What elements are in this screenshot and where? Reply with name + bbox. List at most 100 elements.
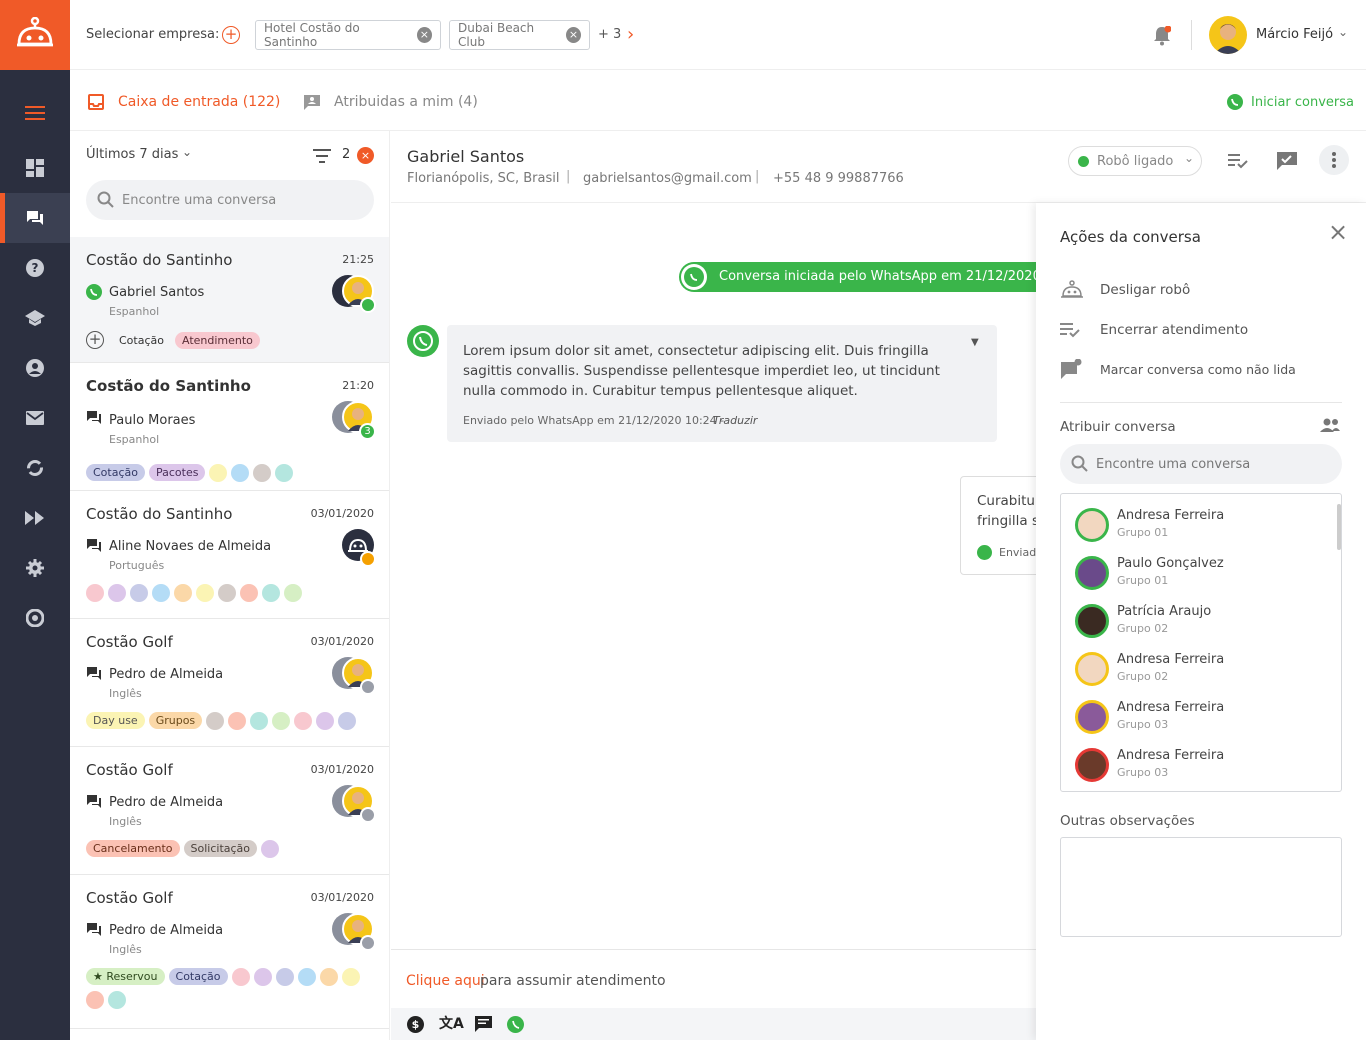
agent-item[interactable]: Andresa Ferreira Grupo 01 [1075,508,1335,556]
tag[interactable]: Cancelamento [86,840,180,857]
robot-logo-icon[interactable] [0,0,70,70]
tag-dot[interactable] [250,711,269,730]
tag[interactable]: Pacotes [148,464,206,481]
tag[interactable]: Cotação [112,332,171,349]
translate-link[interactable]: Traduzir [713,414,757,427]
chevron-down-icon[interactable]: ⌄ [182,145,192,159]
tag-dot[interactable] [130,583,148,602]
conversation-item[interactable]: Costão do Santinho 03/01/2020 Aline Nova… [70,491,389,619]
tag-dot[interactable] [275,967,294,986]
tab-inbox[interactable]: Caixa de entrada (122) [118,94,280,110]
tag-dot[interactable] [240,583,258,602]
tag-dot[interactable] [275,463,294,482]
close-icon[interactable]: × [1328,220,1348,244]
conversation-item[interactable]: Costão do Santinho 21:20 Paulo Moraes Es… [70,363,389,491]
tag-dot[interactable] [272,711,291,730]
tag-dot[interactable] [261,839,280,858]
conversation-item[interactable]: Costão do Santinho 21:25 Gabriel Santos … [70,237,389,363]
mail-icon[interactable] [0,393,70,443]
conversation-item[interactable]: Costão Golf 03/01/2020 Pedro de Almeida … [70,747,389,875]
tag-dot[interactable] [108,990,126,1009]
tag-dot[interactable] [86,990,104,1009]
account-icon[interactable] [0,343,70,393]
tag[interactable]: Grupos [148,712,203,729]
notification-bell-icon[interactable] [1153,25,1172,50]
checklist-icon[interactable] [1228,153,1248,173]
support-icon[interactable] [0,593,70,643]
scrollbar[interactable] [1337,504,1341,550]
tag-dot[interactable] [341,967,360,986]
tag[interactable]: Cotação [86,464,145,481]
more-options-icon[interactable] [1319,145,1349,175]
clear-filter-icon[interactable]: × [357,147,374,164]
tag-dot[interactable] [108,583,126,602]
tag-dot[interactable] [206,711,225,730]
tag-dot[interactable] [319,967,338,986]
assign-search-input[interactable]: Encontre uma conversa [1060,444,1342,484]
tag-dot[interactable] [262,583,280,602]
assume-link[interactable]: Clique aqui [406,973,485,989]
turn-off-robot-action[interactable]: Desligar robô [1100,282,1190,298]
message-icon[interactable] [475,1016,492,1036]
conversation-item[interactable]: Costão Golf 03/01/2020 Pedro de Almeida … [70,875,389,1029]
period-select[interactable]: Últimos 7 dias [86,147,178,162]
agent-item[interactable]: Andresa Ferreira Grupo 03 [1075,700,1335,748]
tag-dot[interactable] [253,967,272,986]
tag-dot[interactable] [338,711,357,730]
more-companies-count[interactable]: + 3 [598,27,621,42]
end-service-action[interactable]: Encerrar atendimento [1100,322,1248,338]
sync-icon[interactable] [0,443,70,493]
dashboard-icon[interactable] [0,143,70,193]
close-icon[interactable]: × [566,27,581,43]
tag-dot[interactable] [231,463,250,482]
agent-item[interactable]: Andresa Ferreira Grupo 03 [1075,748,1335,791]
tag-dot[interactable] [316,711,335,730]
tag[interactable]: Cotação [168,968,228,985]
filter-icon[interactable] [313,149,331,167]
chevron-down-icon[interactable]: ⌄ [1338,25,1348,39]
add-company-icon[interactable]: + [222,26,240,44]
user-avatar[interactable] [1209,16,1247,54]
mark-unread-action[interactable]: Marcar conversa como não lida [1100,362,1296,377]
message-menu-icon[interactable]: ▼ [971,337,979,348]
add-tag-icon[interactable]: + [86,331,104,349]
chevron-right-icon[interactable]: › [627,24,634,45]
tab-assigned[interactable]: Atribuidas a mim (4) [334,94,478,110]
agent-item[interactable]: Patrícia Araujo Grupo 02 [1075,604,1335,652]
start-conversation-link[interactable]: Iniciar conversa [1251,95,1354,110]
tag-dot[interactable] [196,583,214,602]
group-icon[interactable] [1319,417,1341,437]
company-chip[interactable]: Dubai Beach Club × [449,20,590,50]
school-icon[interactable] [0,293,70,343]
tag-dot[interactable] [218,583,236,602]
tag-dot[interactable] [228,711,247,730]
tag-dot[interactable] [174,583,192,602]
hamburger-menu-icon[interactable] [0,88,70,138]
settings-icon[interactable] [0,543,70,593]
robot-status-select[interactable]: Robô ligado ⌄ [1068,146,1202,176]
fast-forward-icon[interactable] [0,493,70,543]
search-input[interactable]: Encontre uma conversa [86,180,374,220]
notes-textarea[interactable] [1060,837,1342,937]
dollar-icon[interactable]: $ [407,1016,424,1033]
help-icon[interactable]: ? [0,243,70,293]
agent-item[interactable]: Andresa Ferreira Grupo 02 [1075,652,1335,700]
tag-dot[interactable] [231,967,250,986]
tag[interactable]: Day use [86,712,145,729]
translate-icon[interactable]: 文A [439,1013,464,1033]
tag[interactable]: Solicitação [183,840,258,857]
tag[interactable]: ★ Reservou [86,968,165,985]
tag-dot[interactable] [294,711,313,730]
tag-dot[interactable] [253,463,272,482]
tag-dot[interactable] [152,583,170,602]
tag-dot[interactable] [284,583,302,602]
agent-item[interactable]: Paulo Gonçalvez Grupo 01 [1075,556,1335,604]
tag[interactable]: Atendimento [174,332,260,349]
whatsapp-icon[interactable] [507,1016,524,1033]
tag-dot[interactable] [209,463,228,482]
tag-dot[interactable] [297,967,316,986]
chat-nav-icon[interactable] [0,193,70,243]
close-icon[interactable]: × [416,27,432,43]
tag-dot[interactable] [86,583,104,602]
conversation-item[interactable]: Costão Golf 03/01/2020 Pedro de Almeida … [70,619,389,747]
